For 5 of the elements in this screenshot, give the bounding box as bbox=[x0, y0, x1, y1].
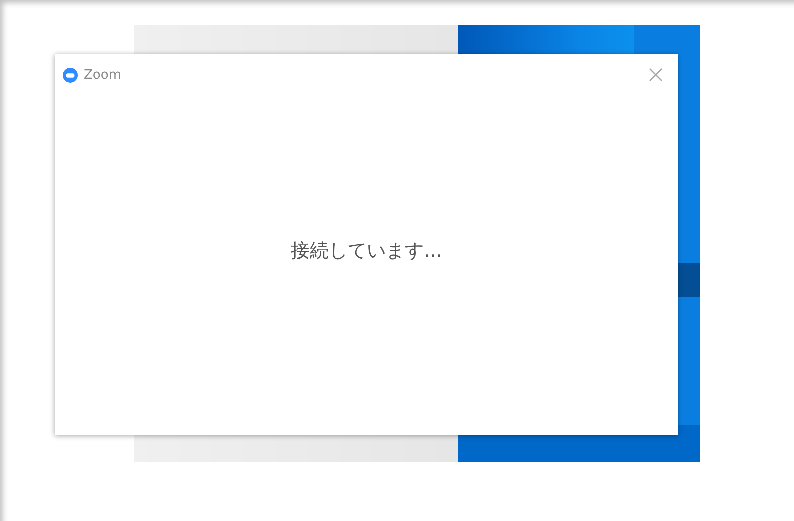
close-icon bbox=[648, 67, 664, 83]
status-message: 接続しています... bbox=[290, 238, 442, 264]
app-logo-icon bbox=[63, 68, 78, 82]
close-button[interactable] bbox=[648, 67, 664, 83]
window-title: Zoom bbox=[84, 68, 122, 82]
